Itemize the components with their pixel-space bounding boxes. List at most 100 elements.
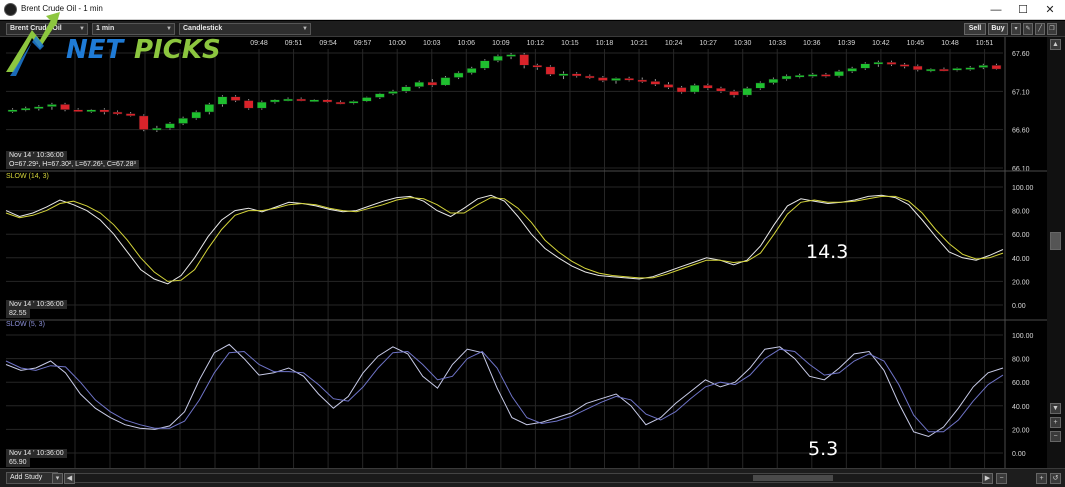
candle bbox=[742, 88, 753, 96]
line-icon[interactable]: ╱ bbox=[1035, 23, 1045, 35]
candle bbox=[427, 81, 438, 86]
chart-area[interactable]: 09:48 09:51 09:54 09:57 10:00 10:03 10:06 10:09… bbox=[0, 37, 1047, 468]
candle bbox=[73, 109, 83, 112]
slow14-info-value: 82.55 bbox=[6, 309, 30, 318]
candle bbox=[283, 98, 293, 102]
candle bbox=[952, 68, 962, 71]
slow5-tick-label: 100.00 bbox=[1012, 333, 1034, 340]
pencil-icon[interactable]: ✎ bbox=[1023, 23, 1033, 35]
candle bbox=[978, 65, 989, 68]
candle bbox=[624, 78, 634, 81]
dropdown-icon[interactable]: ▾ bbox=[1011, 23, 1021, 35]
vertical-scroll-thumb[interactable] bbox=[1050, 232, 1061, 250]
candle bbox=[466, 68, 477, 74]
time-tick-label: 10:24 bbox=[665, 40, 683, 47]
candle bbox=[886, 61, 897, 65]
time-tick-label: 10:48 bbox=[941, 40, 959, 47]
time-tick-label: 09:54 bbox=[319, 40, 337, 47]
scroll-right-icon[interactable]: ▶ bbox=[982, 473, 993, 484]
candle bbox=[47, 104, 57, 107]
time-tick-label: 09:48 bbox=[250, 40, 268, 47]
buy-button[interactable]: Buy bbox=[988, 23, 1008, 35]
slow5-tick-label: 20.00 bbox=[1012, 427, 1030, 434]
time-tick-label: 09:57 bbox=[354, 40, 372, 47]
chevron-down-icon[interactable]: ▼ bbox=[1050, 403, 1061, 414]
sell-button[interactable]: Sell bbox=[964, 23, 986, 35]
candle bbox=[453, 72, 464, 78]
candle bbox=[650, 81, 661, 85]
candle bbox=[165, 123, 175, 129]
candle bbox=[545, 66, 556, 75]
candle bbox=[361, 97, 372, 102]
candle bbox=[611, 78, 621, 81]
candle bbox=[479, 60, 490, 69]
candle bbox=[152, 127, 162, 131]
candle bbox=[637, 79, 648, 83]
zoom-out-button[interactable]: − bbox=[996, 473, 1007, 484]
candle bbox=[794, 74, 805, 78]
candle bbox=[939, 68, 949, 72]
close-button[interactable]: ✕ bbox=[1038, 1, 1062, 19]
candle bbox=[401, 86, 411, 92]
time-tick-label: 09:51 bbox=[285, 40, 303, 47]
candle bbox=[834, 71, 844, 77]
time-tick-label: 10:30 bbox=[734, 40, 752, 47]
candle bbox=[322, 99, 333, 103]
horizontal-scrollbar[interactable] bbox=[64, 473, 986, 483]
slow5-label[interactable]: SLOW (5, 3) bbox=[6, 320, 45, 329]
minimize-button[interactable]: — bbox=[984, 1, 1008, 19]
candle bbox=[125, 113, 136, 117]
candle bbox=[729, 91, 739, 96]
candle bbox=[689, 84, 700, 93]
price-tick-label: 66.60 bbox=[1012, 128, 1030, 135]
maximize-button[interactable]: ☐ bbox=[1011, 1, 1035, 19]
candle bbox=[138, 115, 149, 130]
price-info-time: Nov 14 ' 10:36:00 bbox=[6, 151, 67, 160]
candle bbox=[926, 68, 936, 72]
candle bbox=[256, 101, 267, 109]
time-tick-label: 10:03 bbox=[423, 40, 441, 47]
time-tick-label: 10:21 bbox=[630, 40, 648, 47]
candle bbox=[296, 98, 307, 102]
candle bbox=[506, 54, 516, 57]
candle bbox=[716, 88, 726, 92]
candle bbox=[847, 68, 857, 72]
candle bbox=[807, 74, 818, 77]
candle bbox=[270, 99, 280, 103]
slow14-tick-label: 60.00 bbox=[1012, 232, 1030, 239]
plus-icon[interactable]: + bbox=[1050, 417, 1061, 428]
candle bbox=[230, 96, 241, 101]
candle bbox=[899, 64, 910, 67]
add-study-select[interactable]: Add Study bbox=[6, 472, 58, 484]
zoom-in-button[interactable]: + bbox=[1036, 473, 1047, 484]
time-tick-label: 10:51 bbox=[976, 40, 994, 47]
slow14-label[interactable]: SLOW (14, 3) bbox=[6, 172, 49, 181]
time-tick-label: 10:39 bbox=[838, 40, 856, 47]
slow5-tick-label: 0.00 bbox=[1012, 451, 1026, 458]
horizontal-scroll-thumb[interactable] bbox=[753, 475, 833, 481]
candle bbox=[20, 107, 31, 111]
add-study-label: Add Study bbox=[10, 474, 43, 481]
minus-icon[interactable]: − bbox=[1050, 431, 1061, 442]
candle bbox=[965, 67, 976, 70]
chevron-down-icon[interactable]: ▾ bbox=[52, 473, 63, 484]
slow14-tick-label: 40.00 bbox=[1012, 256, 1030, 263]
slow14-tick-label: 20.00 bbox=[1012, 279, 1030, 286]
candle bbox=[991, 65, 1002, 70]
chevron-up-icon[interactable]: ▲ bbox=[1050, 39, 1061, 50]
time-tick-label: 10:00 bbox=[388, 40, 406, 47]
window-icon[interactable]: ❐ bbox=[1047, 23, 1057, 35]
time-tick-label: 10:12 bbox=[527, 40, 545, 47]
candle bbox=[309, 99, 320, 103]
reset-icon[interactable]: ↺ bbox=[1050, 473, 1061, 484]
price-info-ohlc: O=67.29¹, H=67.30², L=67.26¹, C=67.28³ bbox=[6, 160, 139, 169]
time-tick-label: 10:15 bbox=[561, 40, 579, 47]
candle bbox=[768, 78, 779, 84]
price-tick-label: 67.10 bbox=[1012, 89, 1030, 96]
candle bbox=[912, 65, 923, 71]
svg-text:NET: NET bbox=[66, 35, 126, 65]
scroll-left-icon[interactable]: ◀ bbox=[64, 473, 75, 484]
candle bbox=[598, 77, 608, 81]
slow14-info-time: Nov 14 ' 10:36:00 bbox=[6, 300, 67, 309]
candle bbox=[7, 109, 18, 112]
